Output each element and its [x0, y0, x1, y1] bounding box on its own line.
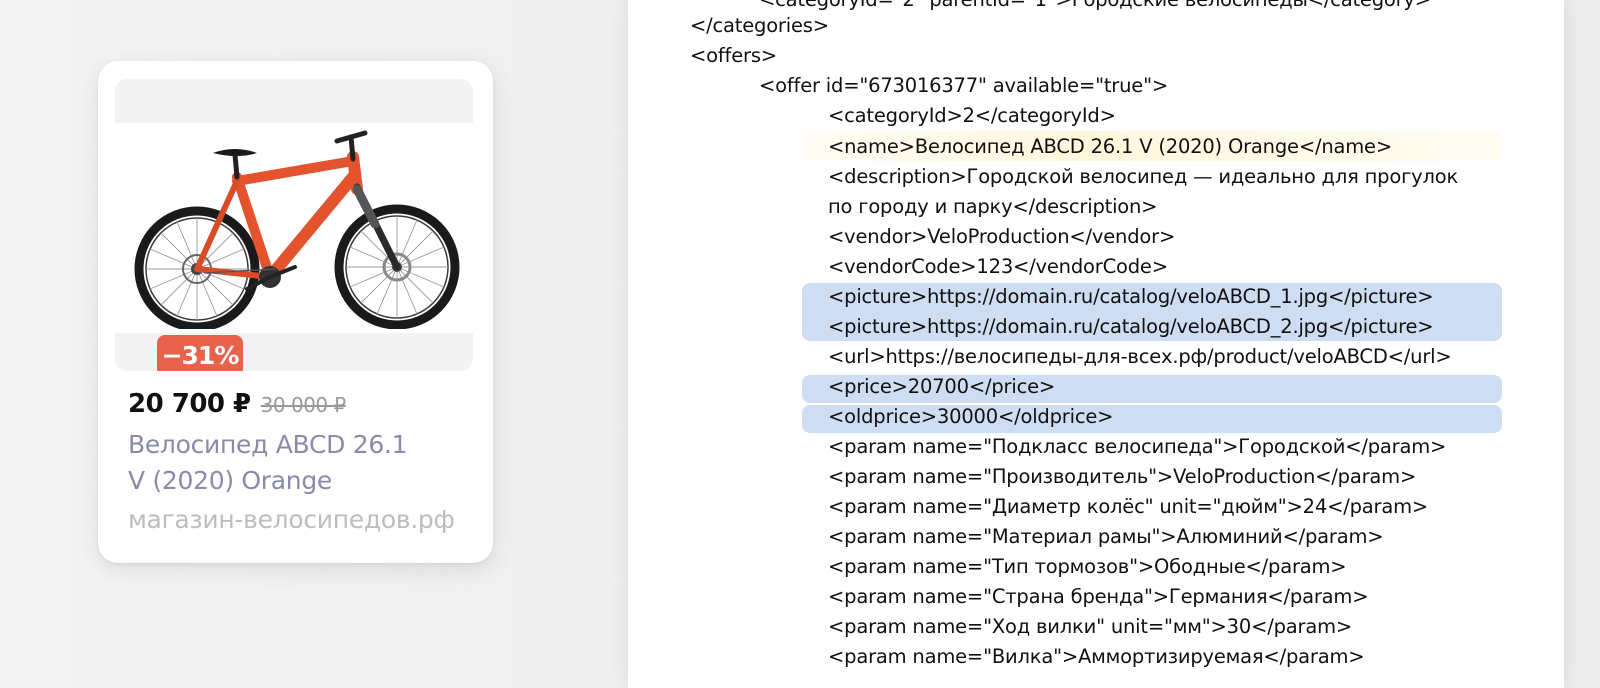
code-line: <param name="Материал рамы">Алюминий</pa… [828, 525, 1384, 548]
code-line: <param name="Ход вилки" unit="мм">30</pa… [828, 615, 1353, 638]
code-line: <categoryId>2</categoryId> [828, 104, 1116, 127]
discount-badge: −31% [157, 335, 243, 371]
code-line: <param name="Вилка">Аммортизируемая</par… [828, 645, 1365, 668]
price-current: 20 700 ₽ [128, 389, 251, 419]
code-line: <oldprice>30000</oldprice> [828, 405, 1114, 428]
code-line: <url>https://велосипеды-для-всех.рф/prod… [828, 345, 1452, 368]
code-line: <name>Велосипед ABCD 26.1 V (2020) Orang… [828, 135, 1392, 158]
bicycle-image [134, 130, 460, 329]
product-photo[interactable]: −31% [115, 79, 473, 371]
code-line: <param name="Диаметр колёс" unit="дюйм">… [828, 495, 1429, 518]
code-line: <vendor>VeloProduction</vendor> [828, 225, 1176, 248]
xml-code-panel: <categoryId="2" parentId="1">Городские в… [628, 0, 1564, 688]
code-line: <categoryId="2" parentId="1">Городские в… [759, 0, 1431, 15]
product-title-line-2: V (2020) Orange [128, 466, 332, 495]
code-line: <offer id="673016377" available="true"> [759, 74, 1168, 97]
code-line: <param name="Подкласс велосипеда">Городс… [828, 435, 1447, 458]
price-old: 30 000 ₽ [260, 393, 347, 417]
code-line: <param name="Производитель">VeloProducti… [828, 465, 1417, 488]
shop-name[interactable]: магазин-велосипедов.рф [128, 505, 455, 534]
code-line: <param name="Тип тормозов">Ободные</para… [828, 555, 1347, 578]
code-line: <picture>https://domain.ru/catalog/veloA… [828, 285, 1434, 308]
code-line: <param name="Страна бренда">Германия</pa… [828, 585, 1369, 608]
code-line: по городу и парку</description> [828, 195, 1158, 218]
bike-frame [194, 130, 401, 291]
photo-backdrop-top [115, 79, 473, 123]
code-line: </categories> [690, 14, 829, 37]
product-title-line-1: Велосипед ABCD 26.1 [128, 430, 408, 459]
code-line: <offers> [690, 44, 777, 67]
product-card[interactable]: −31% 20 700 ₽ 30 000 ₽ Велосипед ABCD 26.… [98, 61, 493, 563]
code-line: <description>Городской велосипед — идеал… [828, 165, 1459, 188]
code-line: <picture>https://domain.ru/catalog/veloA… [828, 315, 1434, 338]
product-title[interactable]: Велосипед ABCD 26.1 V (2020) Orange [128, 427, 458, 499]
price-row: 20 700 ₽ 30 000 ₽ [128, 389, 346, 419]
code-line: <price>20700</price> [828, 375, 1056, 398]
code-line: <vendorCode>123</vendorCode> [828, 255, 1168, 278]
